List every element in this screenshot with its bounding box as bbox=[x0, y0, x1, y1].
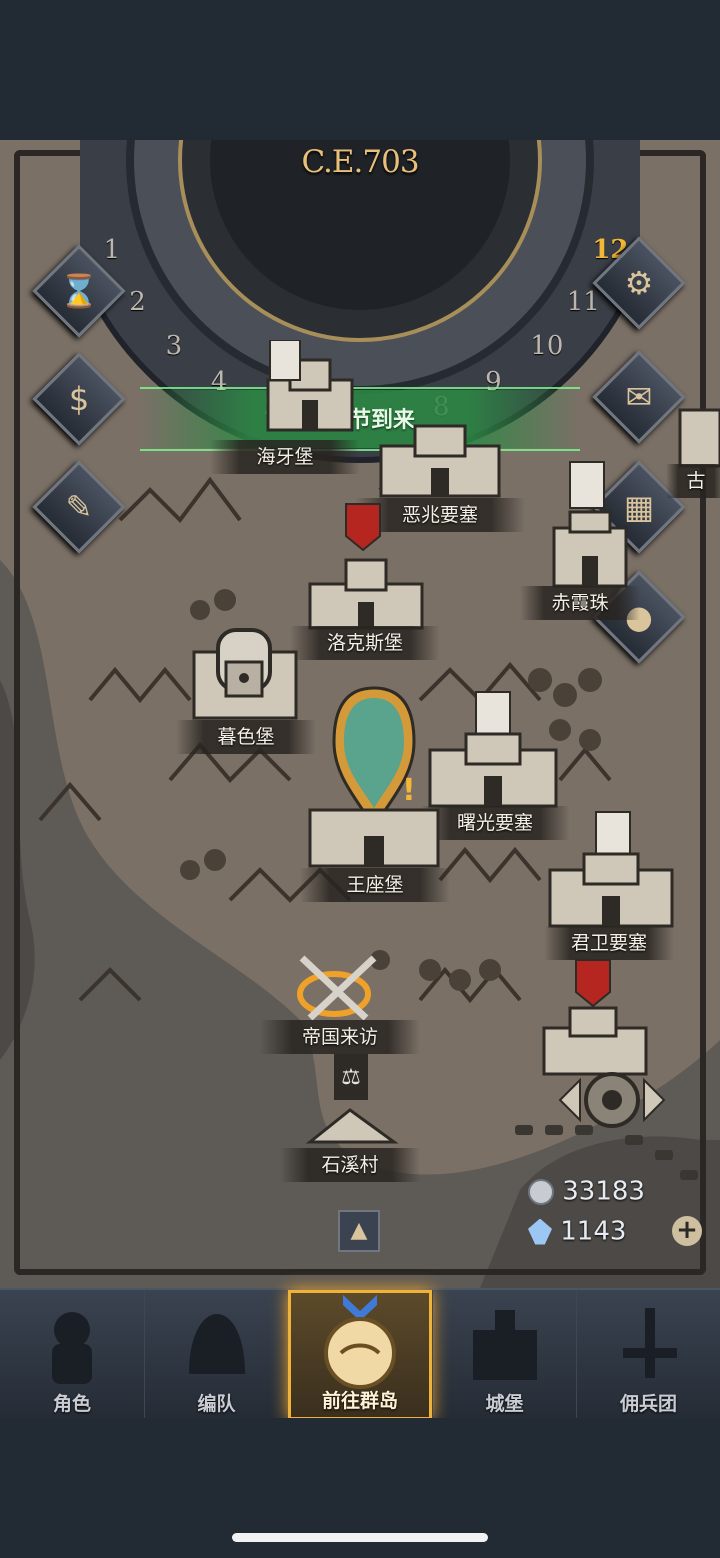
month-2: 2 bbox=[129, 286, 146, 317]
month-10: 10 bbox=[530, 331, 564, 362]
date-display: C.E.703 bbox=[301, 144, 419, 180]
castle-shixi[interactable]: ⚖ bbox=[304, 1052, 400, 1156]
tab-label-mercenary: 佣兵团 bbox=[619, 1393, 677, 1415]
helmet-icon bbox=[189, 1314, 245, 1374]
tab-label-role: 角色 bbox=[52, 1393, 91, 1415]
silver-amount: 33183 bbox=[562, 1176, 645, 1207]
money-bag-icon: $ bbox=[68, 380, 90, 418]
recenter-button[interactable] bbox=[556, 1062, 668, 1142]
castle-label-gu: 古 bbox=[666, 464, 720, 498]
tab-castle[interactable]: 城堡 bbox=[432, 1290, 576, 1420]
castle-icon bbox=[473, 1310, 537, 1380]
castle-label-wangzuo: 王座堡 bbox=[300, 868, 450, 902]
collapse-button[interactable]: ▲ bbox=[338, 1210, 380, 1252]
crystal-counter: 1143 bbox=[528, 1216, 626, 1247]
castle-icon bbox=[552, 461, 628, 588]
crystal-amount: 1143 bbox=[560, 1216, 627, 1247]
sword-icon bbox=[623, 1308, 677, 1378]
castle-label-diguo: 帝国来访 bbox=[260, 1020, 420, 1054]
svg-text:!: ! bbox=[402, 773, 416, 808]
svg-text:⚖: ⚖ bbox=[341, 1065, 361, 1090]
castle-junwei[interactable] bbox=[546, 810, 676, 934]
month-11: 11 bbox=[566, 286, 600, 317]
castle-label-junwei: 君卫要塞 bbox=[544, 926, 674, 960]
month-3: 3 bbox=[165, 331, 183, 362]
silver-counter: 33183 bbox=[528, 1176, 645, 1207]
tab-formation[interactable]: 编队 bbox=[144, 1290, 288, 1420]
hourglass-icon: ⌛ bbox=[59, 272, 99, 310]
mail-icon: ✉ bbox=[625, 378, 653, 416]
add-crystal-button[interactable]: + bbox=[672, 1216, 702, 1246]
tab-label-formation: 编队 bbox=[197, 1393, 236, 1415]
compass-icon bbox=[324, 1295, 396, 1389]
knight-icon bbox=[52, 1312, 92, 1384]
castle-icon bbox=[379, 424, 501, 498]
castle-luokesi[interactable] bbox=[306, 502, 426, 636]
silver-coin-icon bbox=[528, 1178, 554, 1205]
tab-go-islands[interactable]: 前往群岛 bbox=[288, 1290, 432, 1420]
castle-icon bbox=[548, 811, 674, 928]
crosshair-icon bbox=[558, 1072, 666, 1128]
crystal-icon bbox=[528, 1218, 552, 1245]
castle-shuguang[interactable] bbox=[426, 690, 560, 814]
tab-label-castle: 城堡 bbox=[485, 1393, 524, 1415]
castle-icon bbox=[308, 503, 424, 630]
castle-wangzuo[interactable]: ! bbox=[306, 680, 442, 874]
chevron-up-icon: ▲ bbox=[350, 1218, 368, 1243]
gear-icon: ⚙ bbox=[624, 264, 654, 302]
castle-icon bbox=[428, 691, 558, 808]
castle-label-luokesi: 洛克斯堡 bbox=[290, 626, 440, 660]
top-bar bbox=[0, 0, 720, 140]
scroll-icon: ✎ bbox=[65, 488, 93, 526]
castle-haiya[interactable] bbox=[260, 339, 360, 444]
tab-mercenary[interactable]: 佣兵团 bbox=[576, 1290, 720, 1420]
tab-role[interactable]: 角色 bbox=[0, 1290, 144, 1420]
castle-label-muse: 暮色堡 bbox=[176, 720, 316, 754]
world-map[interactable]: C.E.703 123456789101112 ⌛ $ ✎ ⚙ ✉ ▦ ● bbox=[0, 140, 720, 1288]
castle-label-shixi: 石溪村 bbox=[280, 1148, 420, 1182]
castle-icon bbox=[192, 628, 298, 720]
castle-icon bbox=[678, 408, 720, 468]
castle-icon: ! bbox=[308, 686, 440, 868]
castle-label-chixia: 赤霞珠 bbox=[520, 586, 640, 620]
tab-label-go-islands: 前往群岛 bbox=[321, 1390, 398, 1412]
castle-label-haiya: 海牙堡 bbox=[210, 440, 360, 474]
castle-ezhao[interactable] bbox=[375, 420, 505, 504]
castle-muse[interactable] bbox=[190, 622, 300, 726]
crossed-swords-icon bbox=[297, 955, 377, 1021]
castle-gu[interactable] bbox=[676, 400, 720, 474]
castle-icon bbox=[542, 959, 648, 1076]
castle-chixia[interactable] bbox=[550, 460, 630, 594]
home-indicator[interactable] bbox=[232, 1533, 488, 1542]
castle-icon bbox=[266, 339, 354, 432]
village-icon: ⚖ bbox=[305, 1054, 399, 1144]
bottom-tab-bar: 角色 编队 前往群岛 城堡 佣兵团 bbox=[0, 1288, 720, 1420]
